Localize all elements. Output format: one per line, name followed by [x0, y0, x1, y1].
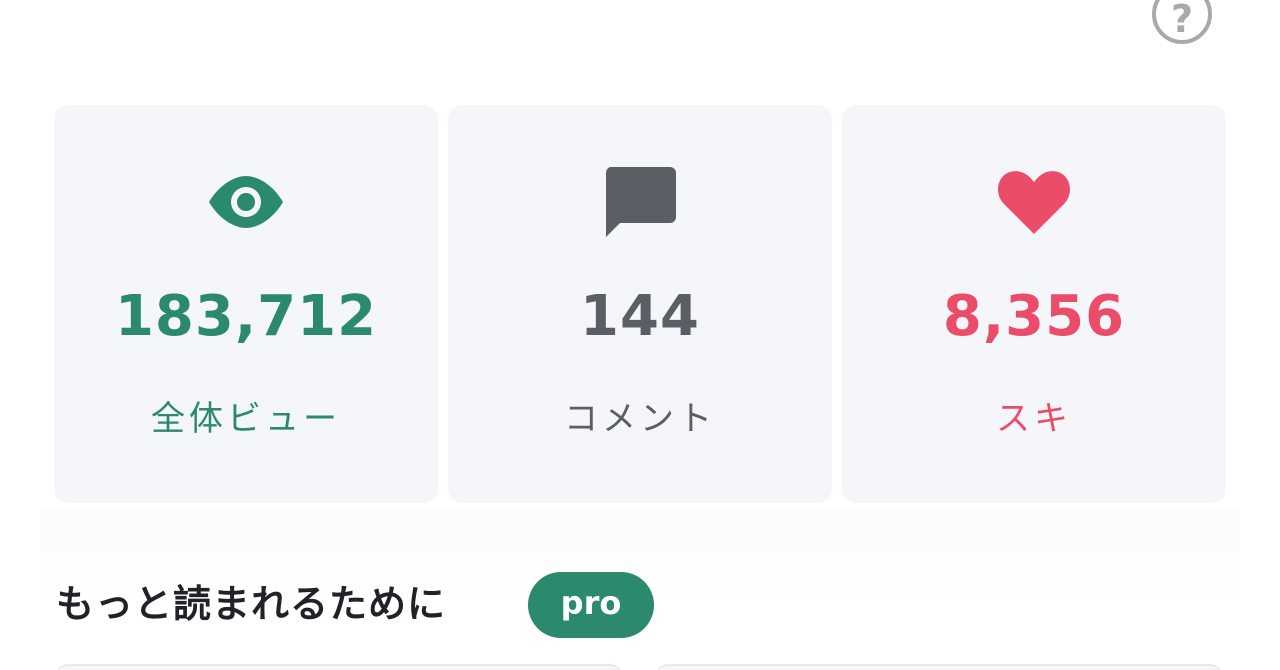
eye-icon [207, 167, 285, 237]
comment-icon [604, 167, 676, 237]
likes-value: 8,356 [942, 284, 1126, 349]
section-title: もっと読まれるために [56, 582, 447, 626]
suggestion-card-right[interactable] [656, 664, 1222, 670]
help-label: ? [1170, 0, 1194, 41]
suggestion-card-left[interactable] [56, 664, 622, 670]
likes-card: 8,356 スキ [842, 105, 1226, 503]
comments-card: 144 コメント [448, 105, 832, 503]
heart-icon [998, 167, 1070, 237]
views-card: 183,712 全体ビュー [54, 105, 438, 503]
comments-value: 144 [580, 284, 700, 349]
comments-label: コメント [564, 399, 716, 439]
likes-label: スキ [996, 399, 1072, 439]
pro-badge: pro [528, 572, 654, 638]
stats-cards: 183,712 全体ビュー 144 コメント 8,356 スキ [54, 105, 1226, 503]
views-value: 183,712 [114, 284, 378, 349]
stats-page: ? 183,712 全体ビュー 144 コメント 8,356 スキ もっと読まれ… [0, 0, 1280, 670]
help-button[interactable]: ? [1152, 0, 1212, 44]
views-label: 全体ビュー [151, 399, 341, 439]
